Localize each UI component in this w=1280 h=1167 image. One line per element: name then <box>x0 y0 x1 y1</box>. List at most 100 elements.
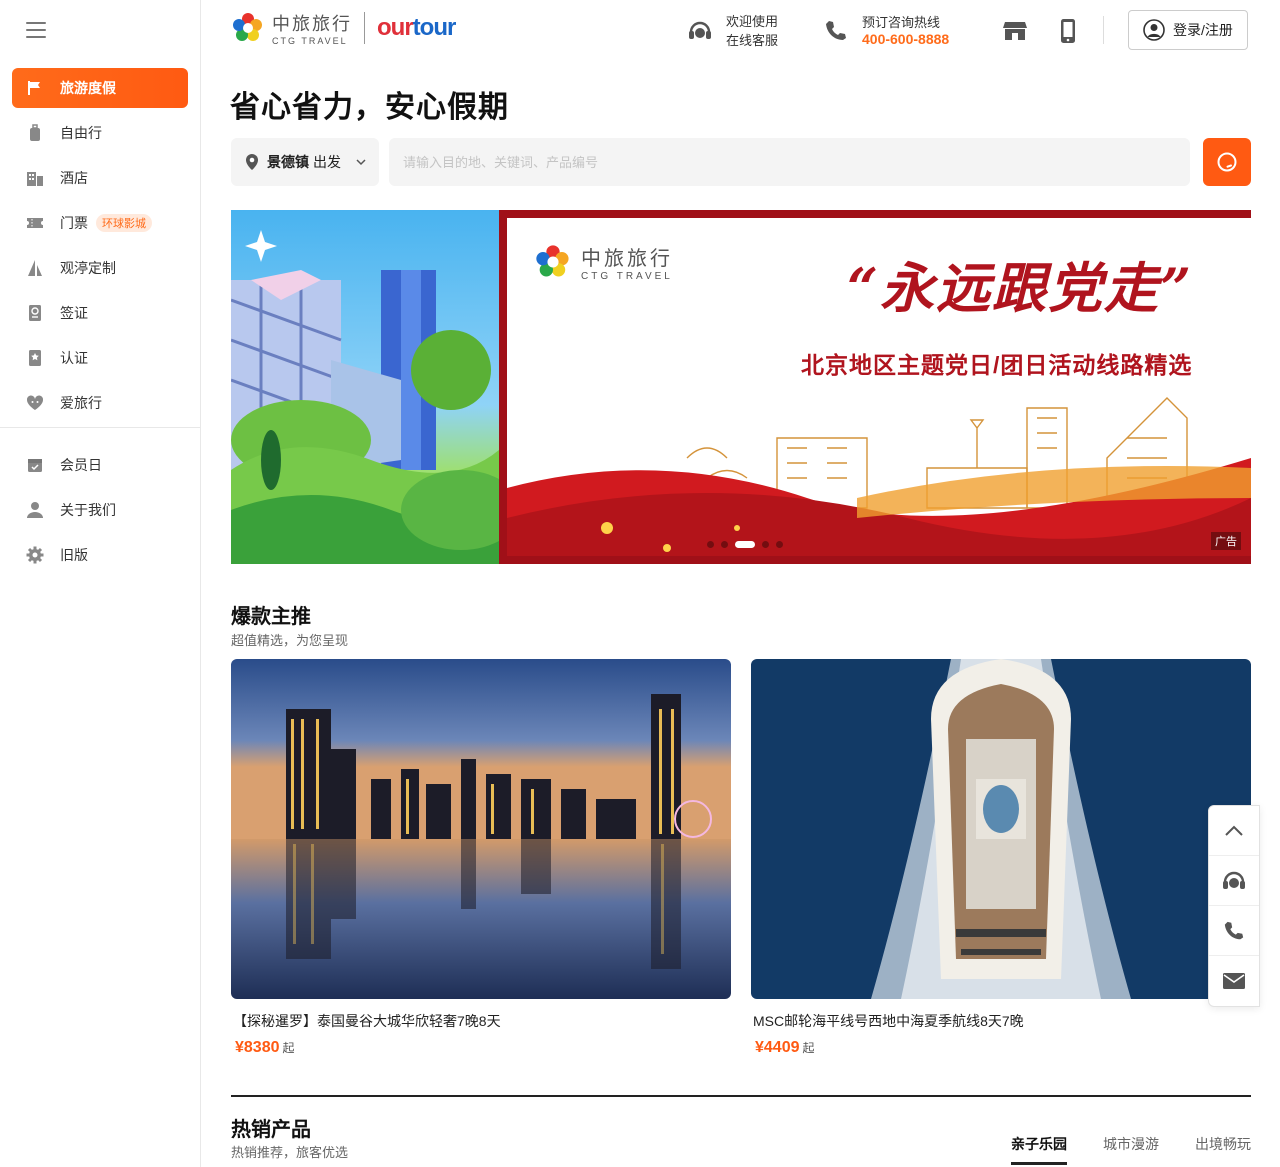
sidebar-item-vacation[interactable]: 旅游度假 <box>12 68 188 108</box>
product-card[interactable]: 【探秘暹罗】泰国曼谷大城华欣轻奢7晚8天 ¥8380 起 <box>231 659 731 1057</box>
certificate-icon <box>26 349 44 367</box>
user-icon <box>26 501 44 519</box>
sidebar-item-label: 观渟定制 <box>60 260 116 276</box>
hotel-icon <box>26 169 44 187</box>
sidebar-item-label: 门票 <box>60 215 88 231</box>
product-price: ¥8380 起 <box>235 1039 295 1056</box>
mobile-icon[interactable] <box>1056 18 1080 49</box>
banner-dot[interactable] <box>776 541 783 548</box>
back-to-top-button[interactable] <box>1209 806 1259 856</box>
banner-dot[interactable] <box>762 541 769 548</box>
departure-city-select[interactable]: 景德镇 出发 <box>231 138 379 186</box>
tab-city-tour[interactable]: 城市漫游 <box>1103 1134 1159 1165</box>
logo-divider <box>364 12 365 44</box>
gear-icon <box>26 546 44 564</box>
banner-headline: “永远跟党走” <box>847 256 1194 320</box>
hero-banner[interactable]: 中旅旅行 CTG TRAVEL “永远跟党走” 北京地区主题党日/团日活动线路精… <box>499 210 1251 564</box>
sidebar-item-visa[interactable]: 签证 <box>12 293 188 333</box>
calendar-icon <box>26 456 44 474</box>
hotline[interactable]: 预订咨询热线 400-600-8888 <box>822 14 949 48</box>
passport-icon <box>26 304 44 322</box>
header: 中旅旅行 CTG TRAVEL ourtour 欢迎使用 在线客服 预订咨询热线… <box>230 0 1252 62</box>
product-title: MSC邮轮海平线号西地中海夏季航线8天7晚 <box>753 1013 1024 1029</box>
banner-dot-active[interactable] <box>735 541 755 548</box>
cruise-ship-image <box>751 659 1251 999</box>
mail-icon <box>1223 973 1245 989</box>
product-title: 【探秘暹罗】泰国曼谷大城华欣轻奢7晚8天 <box>233 1013 501 1029</box>
sidebar-item-free-travel[interactable]: 自由行 <box>12 113 188 153</box>
headset-icon <box>686 17 714 45</box>
section-subtitle-hot: 超值精选，为您呈现 <box>231 633 349 648</box>
email-button[interactable] <box>1209 956 1259 1006</box>
logo-en-text: CTG TRAVEL <box>272 36 348 46</box>
banner-logo: 中旅旅行 CTG TRAVEL <box>533 242 673 282</box>
login-button[interactable]: 登录/注册 <box>1128 10 1248 50</box>
sidebar-item-label: 自由行 <box>60 125 102 141</box>
ad-label: 广告 <box>1211 532 1241 550</box>
section-title-hot: 爆款主推 <box>231 606 311 628</box>
heart-icon <box>26 394 44 412</box>
sidebar-item-about[interactable]: 关于我们 <box>12 490 188 530</box>
search-input[interactable] <box>389 138 1190 186</box>
headset-icon <box>1223 871 1245 889</box>
search-button[interactable] <box>1203 138 1251 186</box>
phone-icon <box>822 17 850 45</box>
avatar-icon <box>1143 19 1165 41</box>
sidebar-divider <box>0 427 200 428</box>
sidebar-item-tickets[interactable]: 门票 环球影城 <box>12 203 188 243</box>
sidebar: 旅游度假 自由行 酒店 门票 环球影城 观渟定制 签证 认证 爱旅行 会员日 关… <box>0 0 201 1167</box>
sidebar-nav: 旅游度假 自由行 酒店 门票 环球影城 观渟定制 签证 认证 爱旅行 <box>12 68 188 428</box>
banner-dot[interactable] <box>707 541 714 548</box>
hotline-number: 400-600-8888 <box>862 31 950 47</box>
ticket-icon <box>26 214 44 232</box>
sidebar-item-old-version[interactable]: 旧版 <box>12 535 188 575</box>
customer-service-button[interactable] <box>1209 856 1259 906</box>
sidebar-item-label: 旅游度假 <box>60 80 116 96</box>
location-pin-icon <box>246 154 258 170</box>
sail-icon <box>26 259 44 277</box>
header-divider <box>1103 16 1104 44</box>
section-title-sales: 热销产品 <box>231 1119 311 1141</box>
sidebar-item-certification[interactable]: 认证 <box>12 338 188 378</box>
sidebar-item-member-day[interactable]: 会员日 <box>12 445 188 485</box>
floating-toolbar <box>1208 805 1260 1007</box>
beijing-landmarks-illustration <box>507 397 1251 556</box>
sidebar-item-label: 旧版 <box>60 547 88 563</box>
sidebar-item-label: 爱旅行 <box>60 395 102 411</box>
product-price: ¥4409 起 <box>755 1039 815 1056</box>
product-card[interactable]: MSC邮轮海平线号西地中海夏季航线8天7晚 ¥4409 起 <box>751 659 1251 1057</box>
sidebar-item-hotel[interactable]: 酒店 <box>12 158 188 198</box>
sidebar-item-custom[interactable]: 观渟定制 <box>12 248 188 288</box>
sidebar-item-label: 关于我们 <box>60 502 116 518</box>
bangkok-skyline-image <box>231 659 731 999</box>
sidebar-item-love-travel[interactable]: 爱旅行 <box>12 383 188 423</box>
store-icon[interactable] <box>1002 18 1028 49</box>
banner-subtitle: 北京地区主题党日/团日活动线路精选 <box>801 352 1193 378</box>
sales-tabs: 亲子乐园 城市漫游 出境畅玩 <box>975 1134 1251 1165</box>
tab-family-park[interactable]: 亲子乐园 <box>1011 1134 1067 1165</box>
section-subtitle-sales: 热销推荐，旅客优选 <box>231 1145 349 1160</box>
logo-cn-text: 中旅旅行 <box>272 14 352 34</box>
ctg-flower-logo-icon <box>536 245 569 277</box>
page-title: 省心省力，安心假期 <box>230 91 509 124</box>
sidebar-item-label: 认证 <box>60 350 88 366</box>
section-divider <box>231 1095 1251 1097</box>
sidebar-item-label: 酒店 <box>60 170 88 186</box>
flag-icon <box>26 79 44 97</box>
tab-outbound[interactable]: 出境畅玩 <box>1195 1134 1251 1165</box>
luggage-icon <box>26 124 44 142</box>
phone-button[interactable] <box>1209 906 1259 956</box>
banner-dot[interactable] <box>721 541 728 548</box>
sidebar-item-label: 会员日 <box>60 457 102 473</box>
sidebar-nav-secondary: 会员日 关于我们 旧版 <box>12 445 188 580</box>
menu-icon[interactable] <box>26 22 46 38</box>
universal-studios-badge[interactable]: 环球影城 <box>96 214 152 232</box>
ctg-flower-logo-icon <box>233 13 262 41</box>
online-service[interactable]: 欢迎使用 在线客服 <box>686 12 778 50</box>
chevron-up-icon <box>1225 825 1243 836</box>
chevron-down-icon <box>356 159 366 166</box>
banner-side-illustration[interactable] <box>231 210 499 564</box>
ctg-logo[interactable]: 中旅旅行 CTG TRAVEL ourtour <box>230 10 456 46</box>
city-illustration-image <box>231 230 499 564</box>
banner-pagination <box>707 541 790 548</box>
